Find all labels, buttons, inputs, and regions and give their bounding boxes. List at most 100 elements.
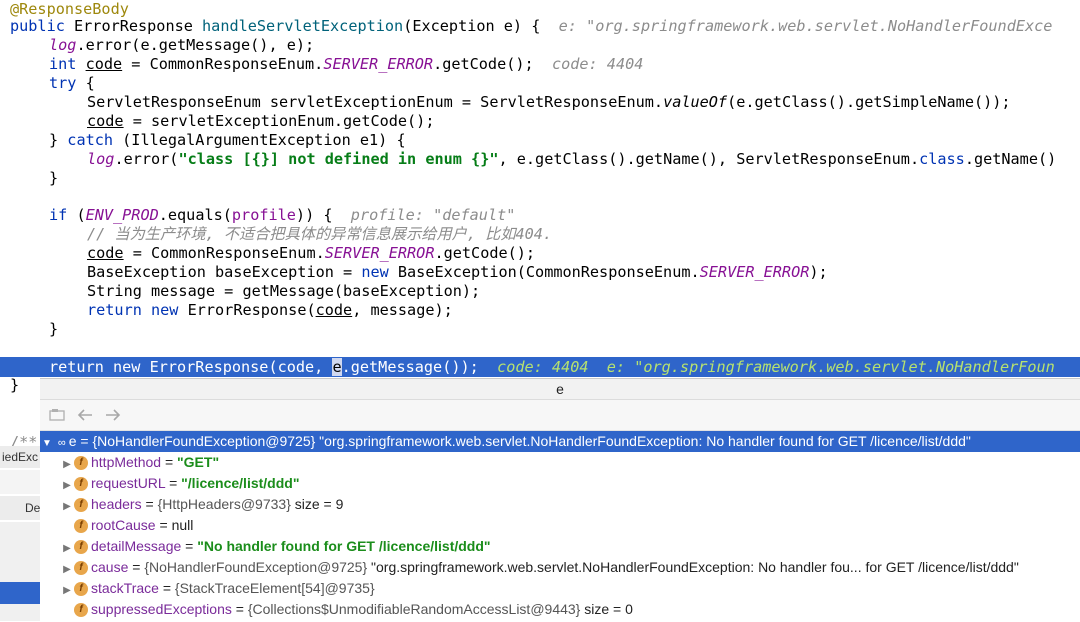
field-icon: f: [74, 519, 88, 534]
code-text: ErrorResponse(: [178, 301, 316, 319]
expand-arrow-icon[interactable]: ▶: [60, 454, 74, 475]
code-text: .equals(: [158, 206, 232, 224]
field-icon: f: [74, 582, 88, 597]
back-arrow-icon[interactable]: [76, 406, 94, 424]
forward-arrow-icon[interactable]: [104, 406, 122, 424]
object-icon: ∞: [57, 437, 66, 449]
field-value: {StackTraceElement[54]@9735}: [174, 580, 375, 596]
field-icon: f: [74, 603, 88, 618]
code-text: .getCode();: [434, 244, 536, 262]
tree-root-row[interactable]: ▼ ∞ e = {NoHandlerFoundException@9725} "o…: [40, 431, 1080, 452]
frames-selected-stub[interactable]: [0, 582, 40, 604]
expand-arrow-icon[interactable]: ▶: [60, 496, 74, 517]
field-extra: "org.springframework.web.servlet.NoHandl…: [367, 559, 1019, 575]
constant: ENV_PROD: [85, 206, 159, 224]
tab-label: De: [25, 501, 41, 515]
comment: // 当为生产环境, 不适合把具体的异常信息展示给用户, 比如404.: [87, 225, 553, 243]
annotation: @ResponseBody: [10, 0, 129, 18]
tree-field-row[interactable]: f suppressedExceptions = {Collections$Unm…: [40, 599, 1080, 620]
field-value: "GET": [177, 454, 220, 470]
keyword: int: [49, 55, 86, 73]
expand-arrow-icon[interactable]: ▼: [40, 433, 54, 454]
code-text: (Exception e) {: [403, 17, 559, 35]
expand-arrow-icon[interactable]: ▶: [60, 559, 74, 580]
code-text: = CommonResponseEnum.: [122, 55, 324, 73]
code-line-3: log.error(e.getMessage(), e);: [49, 36, 314, 55]
code-text: , e.getClass().getName(), ServletRespons…: [498, 150, 920, 168]
expand-arrow-icon[interactable]: ▶: [60, 475, 74, 496]
code-line-6: ServletResponseEnum servletExceptionEnum…: [87, 93, 1011, 112]
caret-variable: e: [332, 358, 342, 376]
field-name: rootCause: [91, 517, 156, 533]
tab-label: iedExc: [2, 450, 39, 464]
expand-arrow-icon[interactable]: ▶: [60, 580, 74, 601]
field-value: null: [171, 517, 194, 533]
popup-toolbar: [40, 400, 1080, 431]
field-name: stackTrace: [91, 580, 159, 596]
field-icon: f: [74, 561, 88, 576]
field-value: "No handler found for GET /licence/list/…: [197, 538, 491, 554]
watch-icon[interactable]: [48, 406, 66, 424]
field-name: detailMessage: [91, 538, 182, 554]
equals-sign: =: [161, 454, 178, 470]
code-text: , message);: [352, 301, 453, 319]
debug-toolbar-stub: [0, 522, 41, 582]
var-value: = {NoHandlerFoundException@9725} "org.sp…: [76, 433, 971, 449]
field-value: {Collections$UnmodifiableRandomAccessLis…: [247, 601, 581, 617]
code-text: }: [49, 131, 68, 149]
tree-field-row[interactable]: ▶ f requestURL = "/licence/list/ddd": [40, 473, 1080, 494]
field-name: cause: [91, 559, 129, 575]
keyword: catch: [67, 131, 114, 149]
field-ref: log: [49, 36, 77, 54]
field-icon: f: [74, 498, 88, 513]
inline-debug-hint: e: "org.springframework.web.servlet.NoHa…: [558, 17, 1053, 35]
popup-title: e: [40, 379, 1080, 400]
code-line-9: log.error("class [{}] not defined in enu…: [87, 150, 1056, 169]
constant: SERVER_ERROR: [324, 244, 435, 262]
code-text: }: [49, 169, 59, 187]
debug-value-popup[interactable]: e ▼ ∞ e = {NoHandlerFoundException@9725} …: [40, 378, 1080, 622]
keyword: try: [49, 74, 77, 92]
editor-tab-stub[interactable]: iedExc: [0, 446, 43, 468]
debug-tab-stub[interactable]: De: [0, 496, 41, 520]
keyword: return: [87, 301, 142, 319]
field-name: httpMethod: [91, 454, 162, 470]
code-text: ServletResponseEnum servletExceptionEnum…: [87, 93, 664, 111]
variable-tree[interactable]: ▼ ∞ e = {NoHandlerFoundException@9725} "o…: [40, 431, 1080, 622]
panel-stub: [0, 470, 41, 494]
equals-sign: =: [141, 496, 158, 512]
keyword: if: [49, 206, 77, 224]
code-text: .getName(): [964, 150, 1057, 168]
keyword: new: [361, 263, 389, 281]
code-editor[interactable]: @ResponseBody public ErrorResponse handl…: [0, 0, 1080, 400]
code-line-11: if (ENV_PROD.equals(profile)) { profile:…: [49, 206, 515, 225]
variable: code: [87, 112, 124, 130]
variable: code: [87, 244, 124, 262]
code-text: BaseException(CommonResponseEnum.: [388, 263, 700, 281]
expand-arrow-icon[interactable]: ▶: [60, 538, 74, 559]
tree-field-row[interactable]: ▶ f detailMessage = "No handler found for …: [40, 536, 1080, 557]
code-text: return new ErrorResponse(code,: [49, 358, 333, 376]
code-text: }: [49, 320, 59, 338]
code-line-8: } catch (IllegalArgumentException e1) {: [49, 131, 406, 150]
code-line-7: code = servletExceptionEnum.getCode();: [87, 112, 434, 131]
code-text: (e.getClass().getSimpleName());: [727, 93, 1011, 111]
constant: SERVER_ERROR: [699, 263, 810, 281]
tree-field-row[interactable]: ▶ f httpMethod = "GET": [40, 452, 1080, 473]
current-execution-line: return new ErrorResponse(code, e.getMess…: [0, 357, 1080, 377]
field-value: "/licence/list/ddd": [181, 475, 300, 491]
code-text: {: [76, 74, 95, 92]
field-value: {HttpHeaders@9733}: [157, 496, 291, 512]
field-name: headers: [91, 496, 142, 512]
tree-field-row[interactable]: ▶ f headers = {HttpHeaders@9733} size = 9: [40, 494, 1080, 515]
tree-field-row[interactable]: ▶ f cause = {NoHandlerFoundException@9725}…: [40, 557, 1080, 578]
code-text: BaseException baseException =: [87, 263, 362, 281]
equals-sign: =: [155, 517, 172, 533]
code-line-12: // 当为生产环境, 不适合把具体的异常信息展示给用户, 比如404.: [87, 225, 552, 244]
tree-field-row[interactable]: f rootCause = null: [40, 515, 1080, 536]
code-line-10: }: [49, 169, 58, 188]
variable: code: [315, 301, 353, 319]
constant: SERVER_ERROR: [323, 55, 434, 73]
tree-field-row[interactable]: ▶ f stackTrace = {StackTraceElement[54]@97…: [40, 578, 1080, 599]
code-text: .error(: [114, 150, 179, 168]
